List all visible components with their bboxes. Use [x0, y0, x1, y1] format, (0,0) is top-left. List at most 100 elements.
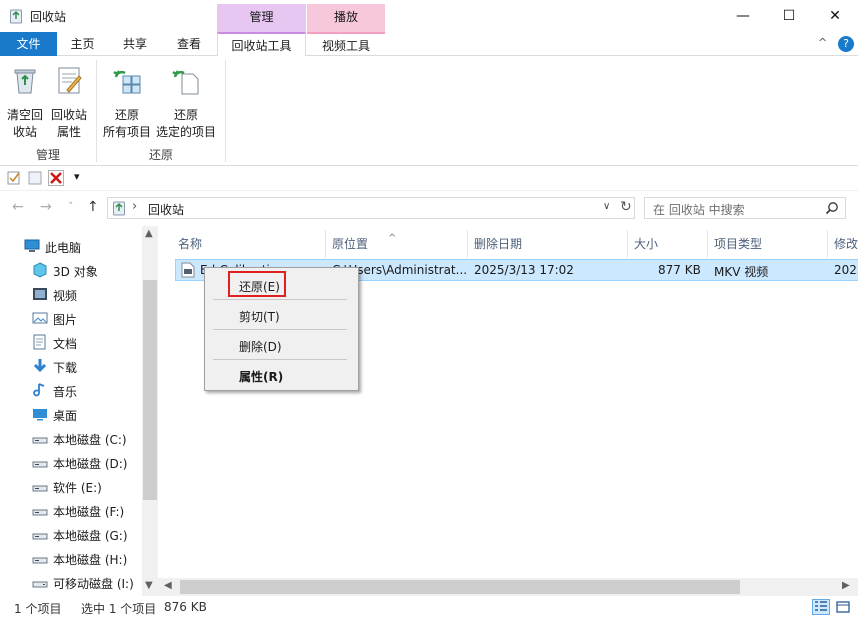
- column-header-date-deleted[interactable]: 删除日期: [468, 230, 628, 258]
- ribbon-group-separator: [225, 60, 226, 162]
- tab-recycle-bin-tools[interactable]: 回收站工具: [217, 32, 306, 57]
- tab-share[interactable]: 共享: [108, 32, 162, 56]
- breadcrumb-separator[interactable]: ›: [132, 199, 137, 214]
- column-header-modified[interactable]: 修改: [828, 230, 858, 258]
- recycle-bin-properties-button[interactable]: 回收站 属性: [48, 60, 90, 141]
- scroll-up-icon[interactable]: ▲: [145, 228, 153, 239]
- help-icon[interactable]: ?: [838, 36, 854, 52]
- sidebar-item[interactable]: 此电脑: [0, 234, 142, 258]
- removable-drive-icon: [32, 581, 48, 588]
- ribbon-collapse-icon[interactable]: ^: [818, 36, 827, 49]
- search-icon[interactable]: [825, 201, 839, 215]
- sidebar-item[interactable]: 下载: [0, 354, 142, 378]
- download-icon: [33, 359, 47, 373]
- list-scroll-thumb[interactable]: [180, 580, 740, 594]
- recent-locations-button[interactable]: ˅: [68, 200, 74, 213]
- back-button[interactable]: ←: [12, 199, 24, 215]
- search-input[interactable]: 在 回收站 中搜索: [644, 197, 846, 219]
- sidebar-item[interactable]: 本地磁盘 (G:): [0, 522, 142, 546]
- column-header-size[interactable]: 大小: [628, 230, 708, 258]
- scroll-left-icon[interactable]: ◀: [164, 580, 172, 591]
- delete-x-icon[interactable]: [48, 170, 64, 186]
- menu-item-cut[interactable]: 剪切(T): [205, 304, 358, 326]
- sidebar-item-label: 音乐: [53, 385, 78, 399]
- menu-delete-label: 删除(D): [239, 340, 282, 354]
- sidebar-item[interactable]: 视频: [0, 282, 142, 306]
- large-icons-view-button[interactable]: [834, 599, 852, 615]
- empty-recycle-bin-button[interactable]: 清空回 收站: [4, 60, 46, 141]
- sidebar-item[interactable]: 桌面: [0, 402, 142, 426]
- sort-ascending-icon: ^: [388, 233, 397, 244]
- tab-home[interactable]: 主页: [57, 32, 108, 56]
- 3d-objects-icon: [33, 262, 47, 278]
- menu-separator: [213, 299, 347, 300]
- minimize-button[interactable]: —: [720, 0, 766, 32]
- sidebar-item[interactable]: 图片: [0, 306, 142, 330]
- menu-properties-label: 属性(R): [239, 370, 284, 384]
- sidebar-item[interactable]: 本地磁盘 (C:): [0, 426, 142, 450]
- maximize-button[interactable]: ☐: [766, 0, 812, 32]
- scroll-right-icon[interactable]: ▶: [842, 580, 850, 591]
- group-label-restore: 还原: [148, 148, 173, 162]
- menu-separator: [213, 329, 347, 330]
- nav-scrollbar[interactable]: ▲ ▼: [142, 226, 158, 596]
- column-header-item-type[interactable]: 项目类型: [708, 230, 828, 258]
- menu-item-properties[interactable]: 属性(R): [205, 364, 358, 386]
- sidebar-item-label: 图片: [53, 313, 78, 327]
- sidebar-item-label: 视频: [53, 289, 78, 303]
- close-button[interactable]: ✕: [812, 0, 858, 32]
- refresh-icon[interactable]: ↻: [620, 199, 632, 215]
- scroll-down-icon[interactable]: ▼: [145, 580, 153, 591]
- menu-separator: [213, 359, 347, 360]
- sidebar-item-label: 下载: [53, 361, 78, 375]
- music-icon: [33, 383, 45, 397]
- sidebar-item[interactable]: 软件 (E:): [0, 474, 142, 498]
- new-folder-icon[interactable]: [27, 170, 43, 186]
- search-placeholder: 在 回收站 中搜索: [653, 203, 745, 217]
- file-type: MKV 视频: [714, 265, 769, 279]
- tab-video-tools[interactable]: 视频工具: [307, 32, 385, 56]
- column-header-orig-label: 原位置: [332, 237, 369, 251]
- bin-props-label-2: 属性: [56, 125, 81, 139]
- sidebar-item-label: 软件 (E:): [53, 481, 102, 495]
- forward-button[interactable]: →: [40, 199, 52, 215]
- column-header-original-location[interactable]: 原位置 ^: [326, 230, 468, 258]
- address-dropdown-icon[interactable]: ∨: [603, 201, 610, 212]
- sidebar-item[interactable]: 可移动磁盘 (I:): [0, 570, 142, 594]
- file-modified: 2025: [834, 263, 858, 277]
- documents-folder-icon: [33, 334, 46, 350]
- sidebar-item[interactable]: 音乐: [0, 378, 142, 402]
- sidebar-item-label: 可移动磁盘 (I:): [53, 577, 134, 591]
- list-horizontal-scrollbar[interactable]: ◀ ▶: [158, 578, 858, 596]
- video-folder-icon: [33, 288, 47, 300]
- tab-file[interactable]: 文件: [0, 32, 57, 56]
- drive-icon: [32, 557, 48, 564]
- sidebar-item-label: 本地磁盘 (G:): [53, 529, 128, 543]
- details-view-button[interactable]: [812, 599, 830, 615]
- menu-item-delete[interactable]: 删除(D): [205, 334, 358, 356]
- sidebar-item[interactable]: 本地磁盘 (H:): [0, 546, 142, 570]
- sidebar-item[interactable]: 本地磁盘 (D:): [0, 450, 142, 474]
- file-size: 877 KB: [658, 263, 701, 277]
- sidebar-item[interactable]: 3D 对象: [0, 258, 142, 282]
- breadcrumb-recycle-bin[interactable]: 回收站: [148, 201, 184, 218]
- sidebar-item[interactable]: 本地磁盘 (F:): [0, 498, 142, 522]
- qat-customize-dropdown[interactable]: ▾: [74, 170, 90, 186]
- properties-check-icon[interactable]: [6, 170, 22, 186]
- restore-all-label-1: 还原: [114, 108, 139, 122]
- sidebar-item-label: 此电脑: [45, 241, 82, 255]
- up-button[interactable]: ↑: [87, 199, 99, 215]
- restore-all-button[interactable]: 还原 所有项目: [100, 60, 154, 141]
- sidebar-item[interactable]: 文档: [0, 330, 142, 354]
- sidebar-item-label: 本地磁盘 (F:): [53, 505, 125, 519]
- restore-selected-button[interactable]: 还原 选定的项目: [154, 60, 218, 141]
- drive-icon: [32, 461, 48, 468]
- pictures-folder-icon: [32, 312, 48, 324]
- tab-view[interactable]: 查看: [162, 32, 216, 56]
- nav-scroll-thumb[interactable]: [143, 280, 157, 500]
- column-header-name[interactable]: 名称: [172, 230, 326, 258]
- address-bar[interactable]: › 回收站 ∨ ↻: [107, 197, 635, 219]
- sidebar-item-label: 本地磁盘 (D:): [53, 457, 128, 471]
- restore-selected-label-2: 选定的项目: [155, 125, 216, 139]
- desktop-icon: [33, 409, 47, 421]
